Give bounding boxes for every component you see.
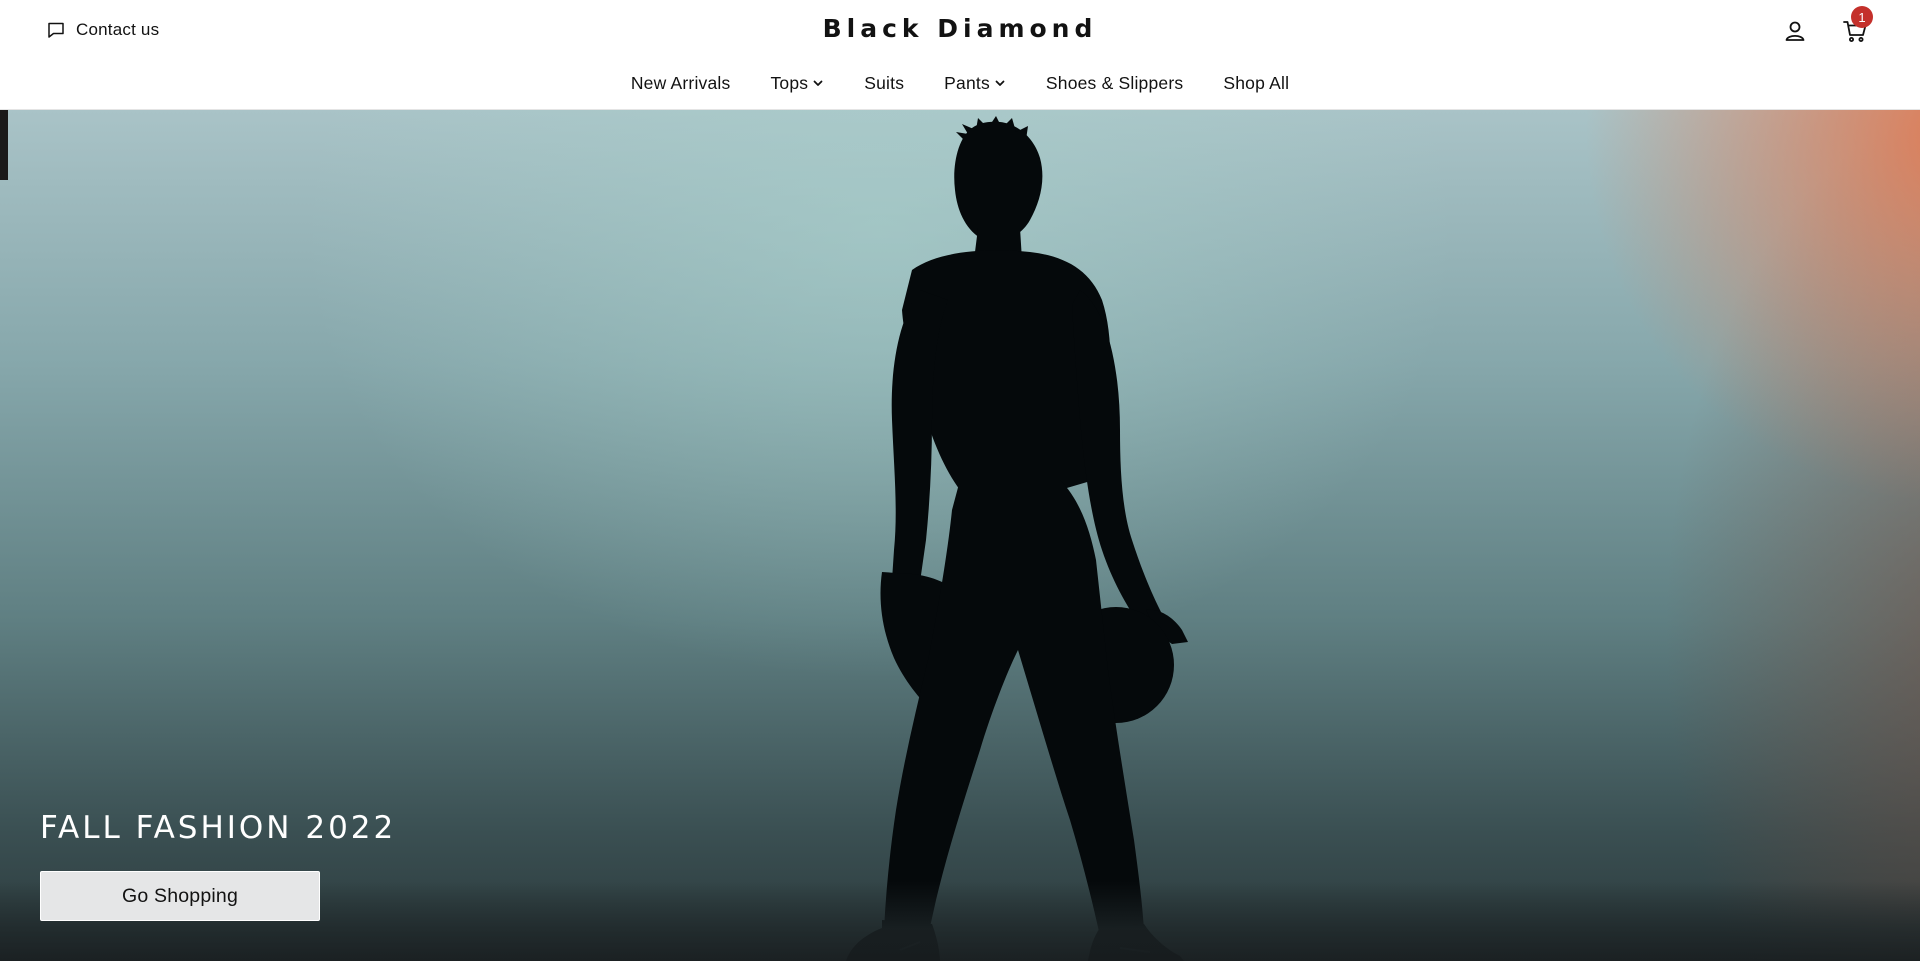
cart-count-badge: 1 [1851,6,1873,28]
hero-banner: FALL FASHION 2022 Go Shopping [0,110,1920,961]
basketball-player-silhouette [846,116,1188,961]
main-nav: New Arrivals Tops Suits Pants Shoes & Sl… [0,70,1920,96]
nav-item-pants[interactable]: Pants [924,70,1026,96]
account-button[interactable] [1780,16,1810,46]
site-header: Contact us Black Diamond 1 New Arrivals … [0,0,1920,110]
nav-item-label: Shoes & Slippers [1045,72,1184,93]
user-icon [1785,21,1805,41]
nav-item-new-arrivals[interactable]: New Arrivals [611,70,751,96]
nav-item-label: New Arrivals [630,72,731,93]
chat-bubble-icon [46,20,66,40]
nav-item-label: Suits [864,72,905,93]
nav-item-suits[interactable]: Suits [844,70,924,96]
contact-us-link[interactable]: Contact us [46,18,159,42]
go-shopping-button[interactable]: Go Shopping [40,871,320,921]
nav-item-label: Shop All [1223,72,1290,93]
chevron-down-icon [812,77,824,89]
contact-us-label: Contact us [76,20,160,39]
nav-item-shop-all[interactable]: Shop All [1203,70,1309,96]
hero-heading: FALL FASHION 2022 [40,810,397,846]
nav-item-label: Pants [944,72,990,93]
nav-item-label: Tops [770,72,809,93]
chevron-down-icon [994,77,1006,89]
brand-logo[interactable]: Black Diamond [823,14,1098,43]
nav-item-tops[interactable]: Tops [750,70,844,96]
nav-item-shoes-slippers[interactable]: Shoes & Slippers [1026,70,1203,96]
hero-edge-shadow [0,110,8,180]
